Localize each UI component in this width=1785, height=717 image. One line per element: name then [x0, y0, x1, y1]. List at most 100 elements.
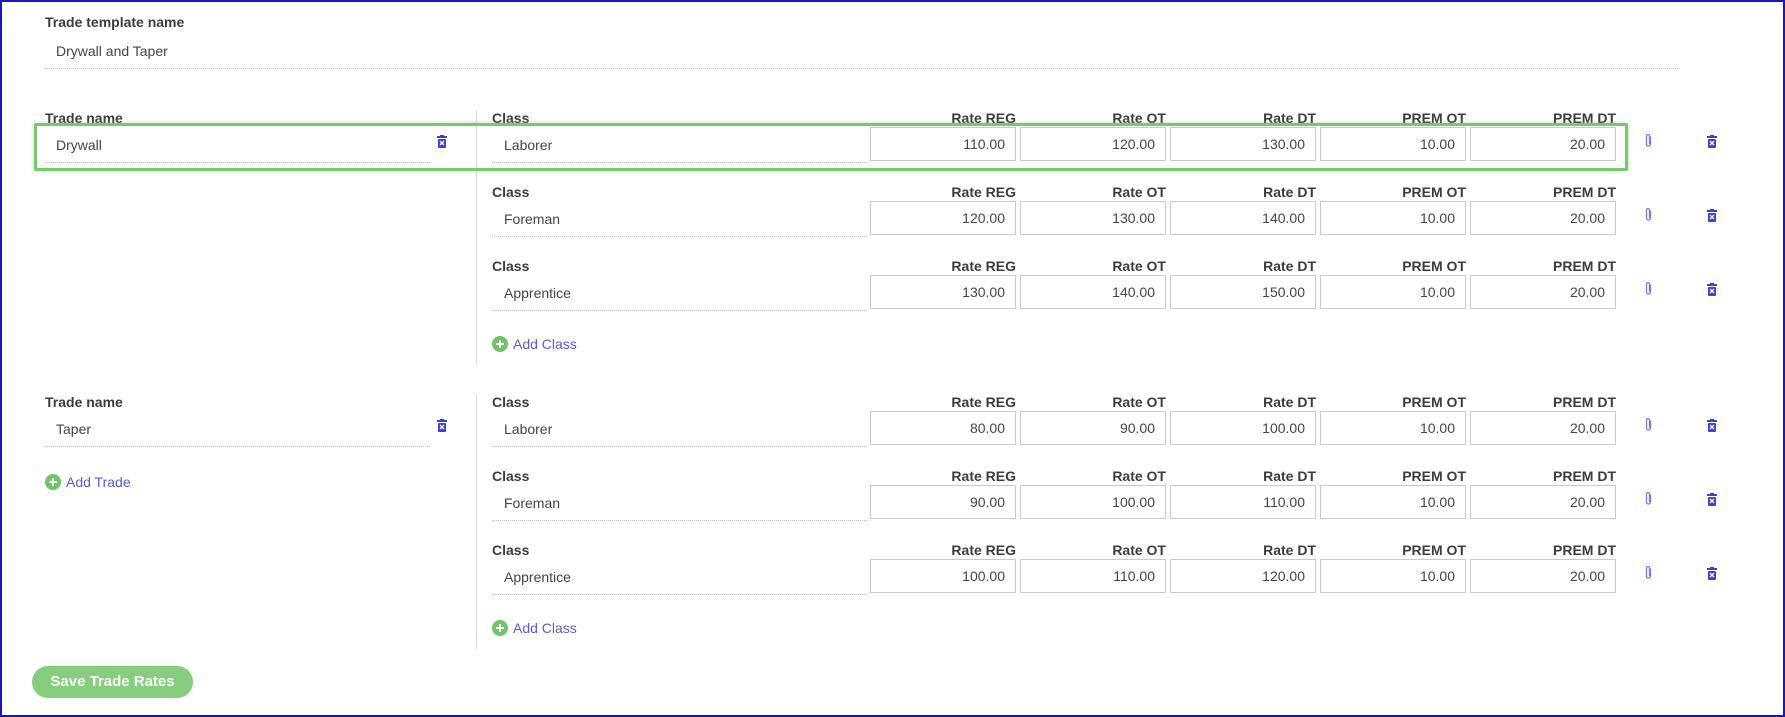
plus-circle-icon	[492, 620, 508, 636]
prem-dt-label: PREM DT	[1553, 394, 1616, 410]
trash-icon[interactable]	[1707, 567, 1717, 580]
trash-icon[interactable]	[1707, 135, 1717, 148]
rate-ot-label: Rate OT	[1112, 468, 1166, 484]
rate-reg-input[interactable]: 80.00	[870, 411, 1016, 445]
rate-reg-input[interactable]: 130.00	[870, 275, 1016, 309]
rate-dt-label: Rate DT	[1263, 110, 1316, 126]
prem-ot-label: PREM OT	[1402, 542, 1466, 558]
rate-ot-input[interactable]: 100.00	[1020, 485, 1166, 519]
add-class-button[interactable]: Add Class	[492, 336, 577, 352]
trade-divider	[476, 394, 477, 649]
rate-ot-label: Rate OT	[1112, 110, 1166, 126]
rate-dt-label: Rate DT	[1263, 394, 1316, 410]
prem-dt-label: PREM DT	[1553, 258, 1616, 274]
save-trade-rates-button[interactable]: Save Trade Rates	[32, 666, 193, 698]
class-label: Class	[492, 468, 530, 484]
trash-icon[interactable]	[1707, 283, 1717, 296]
rate-ot-input[interactable]: 110.00	[1020, 559, 1166, 593]
class-name-underline	[492, 162, 867, 163]
rate-reg-label: Rate REG	[951, 468, 1016, 484]
paperclip-icon[interactable]	[1644, 133, 1653, 148]
rate-reg-input[interactable]: 100.00	[870, 559, 1016, 593]
class-name-input[interactable]: Apprentice	[504, 569, 571, 585]
class-label: Class	[492, 394, 530, 410]
prem-ot-input[interactable]: 10.00	[1320, 559, 1466, 593]
trade-name-input[interactable]: Taper	[56, 421, 91, 437]
trash-icon[interactable]	[1707, 419, 1717, 432]
rate-ot-input[interactable]: 140.00	[1020, 275, 1166, 309]
prem-ot-label: PREM OT	[1402, 258, 1466, 274]
class-name-input[interactable]: Laborer	[504, 137, 552, 153]
prem-dt-label: PREM DT	[1553, 468, 1616, 484]
prem-dt-input[interactable]: 20.00	[1470, 127, 1616, 161]
class-name-input[interactable]: Foreman	[504, 211, 560, 227]
add-trade-button[interactable]: Add Trade	[45, 474, 131, 490]
class-name-underline	[492, 594, 867, 595]
class-name-input[interactable]: Foreman	[504, 495, 560, 511]
rate-reg-label: Rate REG	[951, 184, 1016, 200]
class-label: Class	[492, 258, 530, 274]
template-name-input[interactable]: Drywall and Taper	[56, 43, 168, 59]
rate-reg-label: Rate REG	[951, 394, 1016, 410]
plus-circle-icon	[492, 336, 508, 352]
rate-dt-input[interactable]: 140.00	[1170, 201, 1316, 235]
add-trade-label: Add Trade	[66, 474, 131, 490]
prem-dt-input[interactable]: 20.00	[1470, 485, 1616, 519]
add-class-button[interactable]: Add Class	[492, 620, 577, 636]
rate-ot-label: Rate OT	[1112, 542, 1166, 558]
rate-dt-label: Rate DT	[1263, 258, 1316, 274]
trade-name-underline	[45, 162, 430, 163]
paperclip-icon[interactable]	[1644, 565, 1653, 580]
class-label: Class	[492, 110, 530, 126]
trash-icon[interactable]	[1707, 209, 1717, 222]
prem-ot-label: PREM OT	[1402, 110, 1466, 126]
rate-dt-label: Rate DT	[1263, 184, 1316, 200]
rate-dt-input[interactable]: 100.00	[1170, 411, 1316, 445]
prem-dt-label: PREM DT	[1553, 542, 1616, 558]
trade-name-underline	[45, 446, 430, 447]
rate-reg-input[interactable]: 120.00	[870, 201, 1016, 235]
rate-ot-label: Rate OT	[1112, 184, 1166, 200]
rate-reg-input[interactable]: 90.00	[870, 485, 1016, 519]
trade-name-input[interactable]: Drywall	[56, 137, 102, 153]
prem-ot-input[interactable]: 10.00	[1320, 411, 1466, 445]
rate-reg-input[interactable]: 110.00	[870, 127, 1016, 161]
prem-ot-label: PREM OT	[1402, 394, 1466, 410]
prem-ot-input[interactable]: 10.00	[1320, 201, 1466, 235]
trade-name-label: Trade name	[45, 110, 123, 126]
class-name-input[interactable]: Laborer	[504, 421, 552, 437]
trash-icon[interactable]	[437, 135, 447, 148]
prem-dt-input[interactable]: 20.00	[1470, 559, 1616, 593]
paperclip-icon[interactable]	[1644, 417, 1653, 432]
trash-icon[interactable]	[1707, 493, 1717, 506]
rate-dt-input[interactable]: 150.00	[1170, 275, 1316, 309]
class-label: Class	[492, 184, 530, 200]
prem-dt-input[interactable]: 20.00	[1470, 201, 1616, 235]
paperclip-icon[interactable]	[1644, 491, 1653, 506]
rate-ot-label: Rate OT	[1112, 258, 1166, 274]
rate-dt-input[interactable]: 120.00	[1170, 559, 1316, 593]
rate-dt-input[interactable]: 110.00	[1170, 485, 1316, 519]
class-name-underline	[492, 236, 867, 237]
class-name-underline	[492, 310, 867, 311]
prem-ot-input[interactable]: 10.00	[1320, 485, 1466, 519]
prem-dt-input[interactable]: 20.00	[1470, 411, 1616, 445]
prem-dt-input[interactable]: 20.00	[1470, 275, 1616, 309]
paperclip-icon[interactable]	[1644, 207, 1653, 222]
prem-dt-label: PREM DT	[1553, 184, 1616, 200]
prem-ot-input[interactable]: 10.00	[1320, 275, 1466, 309]
rate-dt-input[interactable]: 130.00	[1170, 127, 1316, 161]
class-name-underline	[492, 520, 867, 521]
paperclip-icon[interactable]	[1644, 281, 1653, 296]
prem-ot-input[interactable]: 10.00	[1320, 127, 1466, 161]
trash-icon[interactable]	[437, 419, 447, 432]
class-name-input[interactable]: Apprentice	[504, 285, 571, 301]
rate-dt-label: Rate DT	[1263, 542, 1316, 558]
rate-ot-input[interactable]: 120.00	[1020, 127, 1166, 161]
template-name-label: Trade template name	[45, 14, 185, 30]
rate-ot-input[interactable]: 90.00	[1020, 411, 1166, 445]
class-name-underline	[492, 446, 867, 447]
prem-ot-label: PREM OT	[1402, 468, 1466, 484]
trade-divider	[476, 110, 477, 365]
rate-ot-input[interactable]: 130.00	[1020, 201, 1166, 235]
